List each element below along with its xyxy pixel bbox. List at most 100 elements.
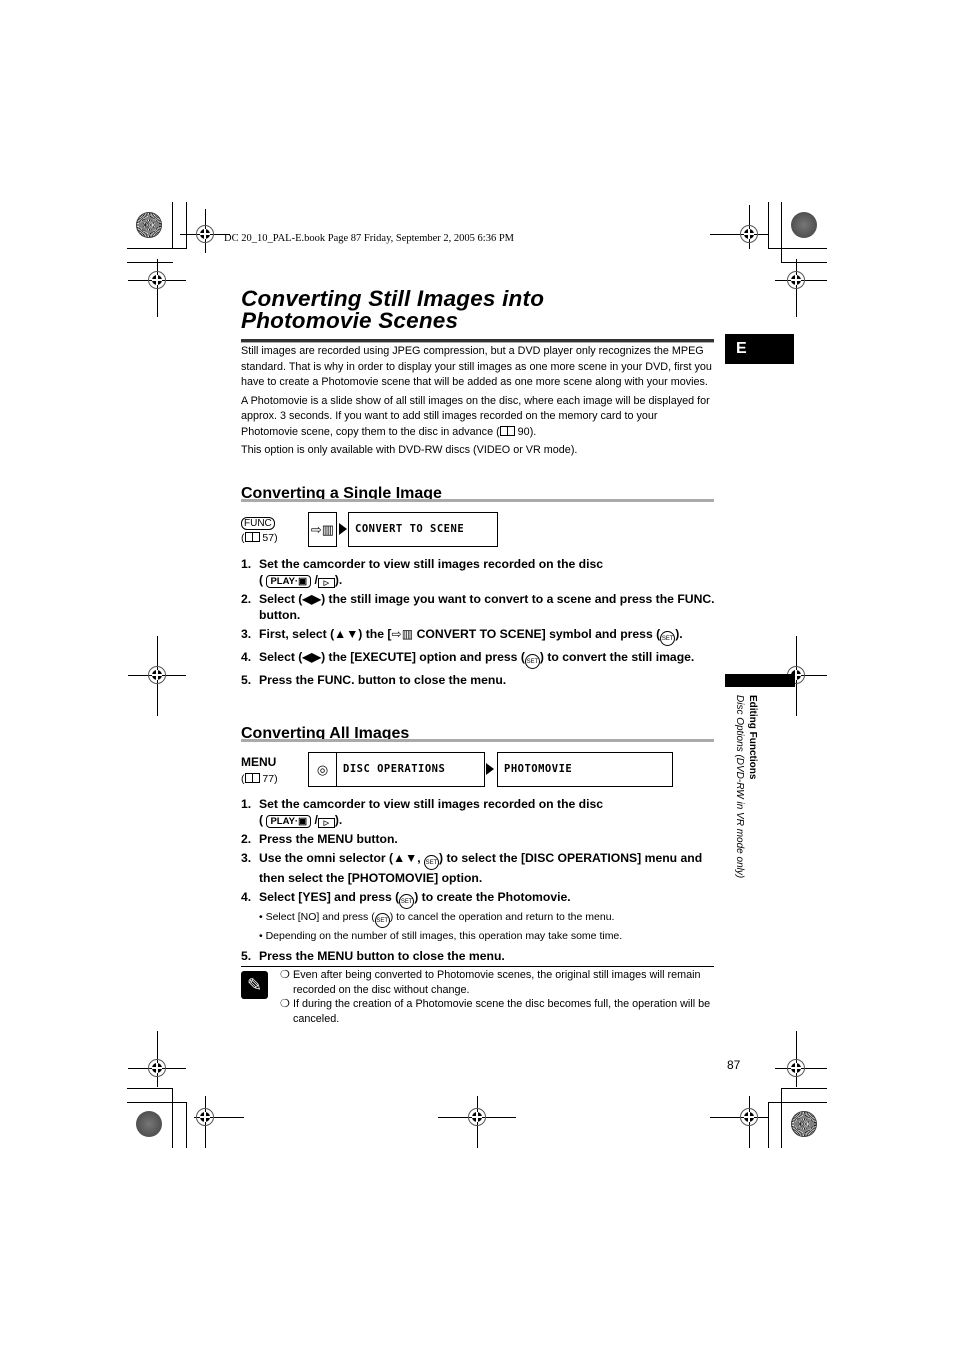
intro-text-span: A Photomovie is a slide show of all stil…	[241, 394, 710, 438]
crop-line	[768, 248, 827, 249]
book-reference-icon	[244, 773, 260, 783]
color-registration-disc-icon	[136, 1111, 162, 1137]
color-registration-disc-icon	[791, 1111, 817, 1137]
step-item: 4. Select [YES] and press (SET) to creat…	[241, 889, 716, 909]
notes: ❍ Even after being converted to Photomovi…	[280, 968, 716, 1026]
note-item: ❍ Even after being converted to Photomovi…	[280, 969, 701, 996]
subsection-name: Disc Options (DVD-RW in VR mode only)	[734, 695, 745, 879]
step-item: 1. Set the camcorder to view still image…	[241, 556, 716, 588]
registration-mark-icon	[438, 1096, 516, 1148]
func-button-icon: FUNC	[241, 517, 275, 530]
steps-all: 1. Set the camcorder to view still image…	[241, 796, 716, 967]
step-number: 3.	[241, 851, 252, 865]
step-item: 3. Use the omni selector (▲▼, SET) to se…	[241, 850, 716, 886]
note-item: ❍ If during the creation of a Photomovie …	[280, 998, 711, 1025]
menu-item-disc-operations: DISC OPERATIONS	[336, 752, 485, 787]
step-text: Select [YES] and press (SET) to create t…	[259, 889, 716, 909]
registration-mark-icon	[710, 1096, 768, 1148]
page-reference[interactable]: 90	[518, 426, 530, 438]
book-reference-icon	[499, 425, 515, 436]
step-text: Select (◀▶) the [EXECUTE] option and pre…	[259, 649, 716, 669]
step-number: 3.	[241, 627, 252, 641]
arrow-right-icon	[339, 523, 347, 535]
arrow-right-icon	[486, 763, 494, 775]
step-item: 2. Press the MENU button.	[241, 831, 716, 847]
menu-item-photomovie: PHOTOMOVIE	[497, 752, 673, 787]
crop-line	[127, 1102, 187, 1103]
section-name: Editing Functions	[747, 695, 758, 780]
play-photo-mode-icon: PLAY·▣	[266, 575, 312, 588]
step-text: Select (◀▶) the still image you want to …	[259, 592, 715, 622]
intro-paragraph: This option is only available with DVD-R…	[241, 444, 578, 456]
step-text: Set the camcorder to view still images r…	[259, 797, 604, 828]
step-number: 5.	[241, 673, 252, 687]
registration-mark-icon	[180, 209, 230, 253]
registration-mark-icon	[775, 259, 827, 317]
crop-line	[186, 1102, 187, 1148]
page-number: 87	[727, 1058, 741, 1072]
section-rule	[241, 499, 714, 502]
registration-mark-icon	[128, 636, 186, 716]
crop-line	[768, 202, 769, 249]
set-button-icon: SET	[660, 631, 676, 646]
step-text: Set the camcorder to view still images r…	[259, 557, 604, 588]
set-button-icon: SET	[524, 654, 540, 669]
step-item: 5. Press the MENU button to close the me…	[241, 948, 716, 964]
step-number: 1.	[241, 797, 252, 811]
intro-paragraph: A Photomovie is a slide show of all stil…	[241, 394, 716, 441]
menu-item-convert-to-scene: CONVERT TO SCENE	[348, 512, 498, 547]
crop-line	[781, 202, 782, 263]
step-number: 2.	[241, 592, 252, 606]
crop-line	[781, 262, 827, 263]
set-button-icon: SET	[374, 913, 390, 928]
intro-paragraph: Still images are recorded using JPEG com…	[241, 345, 712, 388]
registration-mark-icon	[710, 205, 768, 249]
color-registration-disc-icon	[136, 212, 162, 238]
menu-button-reference: MENU ( 77)	[241, 754, 278, 787]
registration-mark-icon	[128, 259, 186, 317]
page-reference[interactable]: ( 77)	[241, 773, 278, 785]
steps-single: 1. Set the camcorder to view still image…	[241, 556, 716, 691]
registration-mark-icon	[128, 1031, 186, 1087]
page-title: Converting Still Images into Photomovie …	[241, 286, 711, 332]
play-photo-mode-icon: PLAY·▣	[266, 815, 312, 828]
notes-rule	[241, 966, 714, 967]
crop-line	[127, 1088, 173, 1089]
book-reference-icon	[244, 532, 260, 542]
title-rule	[241, 342, 714, 343]
color-registration-disc-icon	[791, 212, 817, 238]
step-sub-bullets: Select [NO] and press (SET) to cancel th…	[259, 909, 716, 944]
circle-bullet-icon: ❍	[280, 998, 290, 1010]
set-button-icon: SET	[399, 894, 415, 909]
step-text: Use the omni selector (▲▼, SET) to selec…	[259, 851, 703, 885]
crop-line	[127, 248, 187, 249]
step-number: 5.	[241, 949, 252, 963]
step-text: Press the MENU button.	[259, 832, 398, 846]
step-number: 4.	[241, 650, 252, 664]
crop-line	[127, 262, 173, 263]
crop-line	[781, 1088, 782, 1148]
page-title-line: Converting Still Images into	[241, 286, 545, 311]
step-number: 2.	[241, 832, 252, 846]
registration-mark-icon	[194, 1096, 244, 1148]
step-item: 5. Press the FUNC. button to close the m…	[241, 672, 716, 688]
disc-icon: ◎	[308, 752, 337, 787]
crop-line	[186, 202, 187, 249]
convert-to-scene-icon: ⇨▥	[391, 627, 414, 641]
menu-button-icon: MENU	[241, 755, 277, 769]
step-number: 1.	[241, 557, 252, 571]
page-reference[interactable]: ( 57)	[241, 532, 278, 544]
crop-line	[172, 1088, 173, 1148]
language-tab: E	[725, 334, 794, 364]
print-header: DC 20_10_PAL-E.book Page 87 Friday, Sept…	[224, 233, 515, 244]
section-tab-bar	[725, 674, 795, 687]
step-number: 4.	[241, 890, 252, 904]
step-text: Press the FUNC. button to close the menu…	[259, 673, 507, 687]
step-item: 4. Select (◀▶) the [EXECUTE] option and …	[241, 649, 716, 669]
section-rule	[241, 739, 714, 742]
step-text: Press the MENU button to close the menu.	[259, 949, 505, 963]
step-item: 1. Set the camcorder to view still image…	[241, 796, 716, 828]
func-button-reference: FUNC ( 57)	[241, 515, 278, 545]
sub-bullet: Select [NO] and press (SET) to cancel th…	[259, 909, 716, 928]
step-text: First, select (▲▼) the [⇨▥ CONVERT TO SC…	[259, 626, 716, 646]
